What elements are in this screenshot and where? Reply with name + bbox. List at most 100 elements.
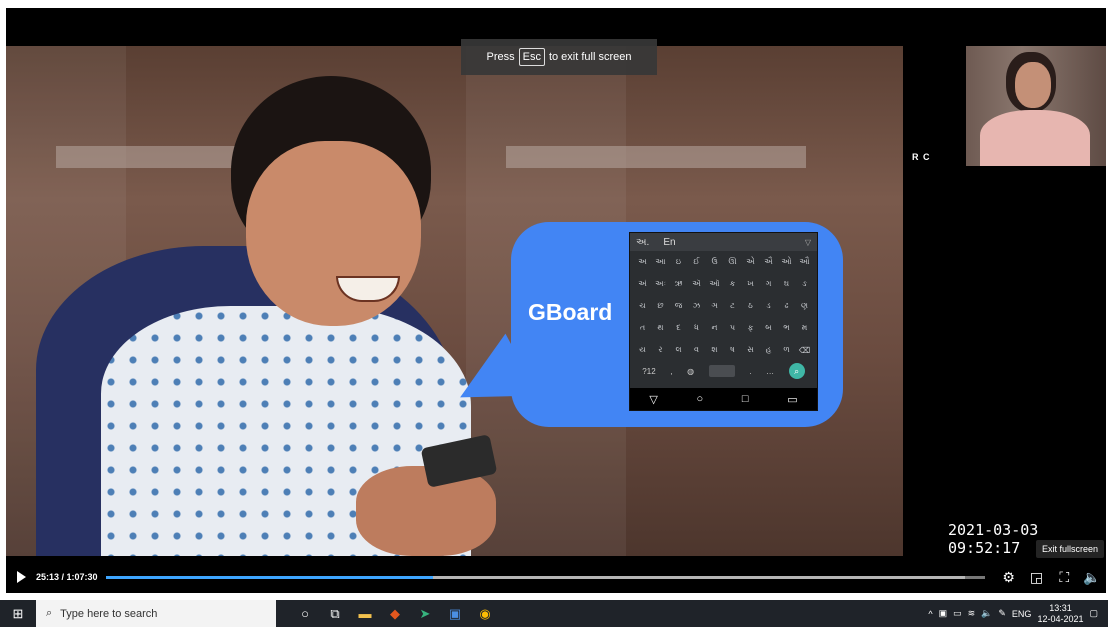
chevron-down-icon: ▽ bbox=[804, 237, 811, 247]
keyboard-key: ક bbox=[729, 279, 736, 288]
play-icon[interactable] bbox=[17, 571, 26, 583]
chevron-up-icon[interactable]: ^ bbox=[928, 609, 932, 619]
back-icon: ▽ bbox=[649, 393, 658, 406]
keyboard-key: ગ bbox=[765, 279, 772, 288]
keyboard-key: ફ bbox=[747, 323, 754, 332]
keyboard-key: ડ bbox=[766, 301, 771, 310]
windows-taskbar: ⊞ ⌕ Type here to search ○ ⧉ ▬ ◆ ➤ ▣ ◉ ^ … bbox=[0, 600, 1108, 627]
time-readout: 25:13 / 1:07:30 bbox=[36, 572, 98, 582]
keyboard-key: ર bbox=[658, 345, 663, 354]
keyboard-key: લ bbox=[675, 345, 682, 354]
keyboard-topbar: અ. En ▽ bbox=[630, 233, 817, 251]
video-player[interactable]: GBoard અ. En ▽ અ આ ઇ ઈ ઉ ઊ એ ઐ ઓ ઔ અં અઃ ઋ ઍ ઑ ક ખ ગ ઘ ઙ ચ છ જ… bbox=[6, 8, 1106, 593]
battery-icon[interactable]: ▭ bbox=[953, 608, 962, 619]
keyboard-key: ષ bbox=[730, 345, 735, 354]
keyboard-bottom-row: ?12 , ◍ . … ⌕ bbox=[630, 361, 817, 381]
keyboard-key: અ bbox=[638, 257, 647, 266]
keyboard-key: ઈ bbox=[693, 257, 700, 266]
taskbar-clock[interactable]: 13:31 12-04-2021 bbox=[1037, 603, 1083, 625]
keyboard-key: ન bbox=[711, 323, 718, 332]
globe-icon: ◍ bbox=[687, 366, 695, 376]
office-icon[interactable]: ◆ bbox=[380, 600, 410, 627]
progress-bar[interactable] bbox=[105, 575, 985, 579]
keyboard-key: ઊ bbox=[728, 257, 737, 266]
woman-hands bbox=[356, 466, 496, 556]
miniplayer-icon[interactable]: ◲ bbox=[1023, 569, 1051, 586]
chrome-icon[interactable]: ◉ bbox=[470, 600, 500, 627]
keyboard-key: ઞ bbox=[711, 301, 718, 310]
system-tray: ^ ▣ ▭ ≋ 🔈 ✎ ENG 13:31 12-04-2021 ▢ bbox=[928, 603, 1108, 625]
keyboard-key: શ bbox=[711, 345, 718, 354]
keyboard-key: ઇ bbox=[675, 257, 682, 266]
participant-video: R C bbox=[908, 46, 1106, 166]
keyboard-key: મ bbox=[801, 323, 808, 332]
keyboard-key: સ bbox=[747, 345, 754, 354]
cortana-icon[interactable]: ○ bbox=[290, 600, 320, 627]
player-controls: 25:13 / 1:07:30 ⚙ ◲ ⛶ 🔈 bbox=[6, 561, 1106, 593]
keyboard-ellipsis-key: … bbox=[766, 366, 775, 376]
keyboard-key: અઃ bbox=[655, 279, 666, 288]
keyboard-switch-icon: ▭ bbox=[787, 393, 798, 406]
task-view-icon[interactable]: ⧉ bbox=[320, 600, 350, 627]
keyboard-comma-key: , bbox=[670, 366, 673, 376]
keyboard-key: ઐ bbox=[764, 257, 773, 266]
progress-played bbox=[105, 575, 434, 579]
keyboard-key: ઝ bbox=[692, 301, 701, 310]
webcam-body bbox=[980, 110, 1090, 166]
exit-fullscreen-icon[interactable]: ⛶ bbox=[1050, 569, 1078, 586]
keyboard-key: પ bbox=[729, 323, 736, 332]
keyboard-key: ઠ bbox=[748, 301, 753, 310]
fullscreen-notice: Press Esc to exit full screen bbox=[461, 39, 657, 75]
exit-fullscreen-tooltip: Exit fullscreen bbox=[1036, 540, 1104, 558]
search-icon: ⌕ bbox=[46, 607, 53, 619]
keyboard-key: ધ bbox=[694, 323, 699, 332]
file-explorer-icon[interactable]: ▬ bbox=[350, 600, 380, 627]
keyboard-key: ય bbox=[639, 345, 646, 354]
keyboard-screenshot: અ. En ▽ અ આ ઇ ઈ ઉ ઊ એ ઐ ઓ ઔ અં અઃ ઋ ઍ ઑ ક ખ ગ ઘ ઙ ચ છ જ ઝ ઞ ટ ઠ ડ ઢ ણ… bbox=[629, 232, 818, 411]
keyboard-key: વ bbox=[694, 345, 699, 354]
keyboard-key: ઍ bbox=[692, 279, 701, 288]
keyboard-key: ઓ bbox=[781, 257, 792, 266]
keyboard-key: ઢ bbox=[784, 301, 789, 310]
notification-icon[interactable]: ▢ bbox=[1089, 608, 1098, 619]
taskbar-search[interactable]: ⌕ Type here to search bbox=[36, 600, 276, 627]
volume-icon[interactable]: 🔈 bbox=[1078, 569, 1106, 586]
keyboard-key: થ bbox=[657, 323, 664, 332]
fullscreen-notice-press: Press bbox=[486, 51, 515, 63]
keyboard-key: ઔ bbox=[799, 257, 810, 266]
gboard-label: GBoard bbox=[528, 299, 613, 325]
keyboard-key: ઙ bbox=[801, 279, 808, 288]
keyboard-key: ત bbox=[639, 323, 646, 332]
fullscreen-notice-text: to exit full screen bbox=[548, 51, 632, 63]
keyboard-row: તથદધનપફબભમ bbox=[630, 317, 817, 339]
keyboard-row: અં અઃ ઋ ઍ ઑ ક ખ ગ ઘ ઙ bbox=[630, 273, 817, 295]
meet-now-icon[interactable]: ▣ bbox=[939, 608, 948, 619]
door-beam bbox=[56, 146, 256, 168]
taskbar-apps: ○ ⧉ ▬ ◆ ➤ ▣ ◉ bbox=[290, 600, 500, 627]
recents-icon: □ bbox=[741, 393, 749, 405]
keyboard-row: ચ છ જઝ ઞ ટ ઠ ડ ઢ ણ bbox=[630, 295, 817, 317]
keyboard-row: ય ર લ વ શ ષ સ હ ળ ⌫ bbox=[630, 339, 817, 361]
input-language[interactable]: ENG bbox=[1012, 609, 1032, 619]
keyboard-key: અં bbox=[638, 279, 647, 288]
keyboard-key: ણ bbox=[801, 301, 808, 310]
wifi-icon[interactable]: ≋ bbox=[968, 608, 976, 619]
participant-name: R C bbox=[912, 152, 931, 162]
keyboard-period-key: . bbox=[749, 366, 752, 376]
windows-start-icon[interactable]: ⊞ bbox=[0, 600, 36, 627]
keyboard-key: છ bbox=[657, 301, 664, 310]
app-icon[interactable]: ➤ bbox=[410, 600, 440, 627]
keyboard-keys: અ આ ઇ ઈ ઉ ઊ એ ઐ ઓ ઔ અં અઃ ઋ ઍ ઑ ક ખ ગ ઘ ઙ ચ છ જ ઝ ઞ ટ ઠ ડ ઢ ણ ત થ દ ધ ન પ ફ બ… bbox=[630, 251, 817, 361]
video-frame: GBoard અ. En ▽ અ આ ઇ ઈ ઉ ઊ એ ઐ ઓ ઔ અં અઃ ઋ ઍ ઑ ક ખ ગ ઘ ઙ ચ છ જ… bbox=[6, 46, 903, 556]
search-icon: ⌕ bbox=[788, 363, 805, 379]
pen-icon[interactable]: ✎ bbox=[998, 608, 1006, 619]
keyboard-key: ળ bbox=[783, 345, 790, 354]
speaker-icon[interactable]: 🔈 bbox=[981, 608, 992, 619]
keyboard-key: દ bbox=[676, 323, 681, 332]
clock-time: 13:31 bbox=[1049, 602, 1072, 613]
clock-date: 12-04-2021 bbox=[1037, 613, 1084, 624]
settings-icon[interactable]: ⚙ bbox=[995, 569, 1023, 586]
keyboard-key: બ bbox=[765, 323, 772, 332]
keyboard-space-key bbox=[708, 365, 735, 377]
app-icon-2[interactable]: ▣ bbox=[440, 600, 470, 627]
